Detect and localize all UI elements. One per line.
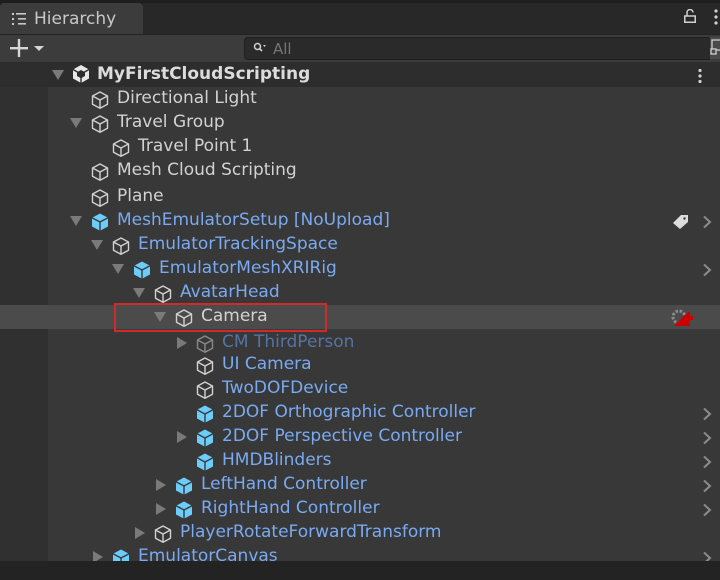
hierarchy-item-label: Directional Light <box>117 88 257 108</box>
hierarchy-row[interactable]: Travel Point 1 <box>0 135 720 159</box>
expand-arrow-down-icon[interactable] <box>52 70 64 80</box>
gameobject-cube-icon <box>91 91 109 109</box>
hierarchy-item-label: MeshEmulatorSetup [NoUpload] <box>117 210 390 230</box>
hierarchy-row[interactable]: TwoDOFDevice <box>0 377 720 401</box>
scene-header-row[interactable]: MyFirstCloudScripting <box>0 62 720 88</box>
list-icon <box>12 13 26 25</box>
add-object-button[interactable] <box>8 37 48 59</box>
prefab-cube-icon <box>175 477 193 495</box>
hierarchy-toolbar <box>0 34 720 62</box>
gameobject-cube-icon <box>91 163 109 181</box>
unity-scene-icon <box>72 65 90 83</box>
hierarchy-row[interactable]: Camera <box>0 305 720 329</box>
collapse-arrow-right-icon[interactable] <box>135 527 145 539</box>
open-prefab-chevron-icon[interactable] <box>702 263 712 277</box>
hierarchy-row[interactable]: Mesh Cloud Scripting <box>0 159 720 183</box>
prefab-cube-icon <box>196 405 214 423</box>
gameobject-cube-icon <box>112 237 130 255</box>
open-prefab-chevron-icon[interactable] <box>702 215 712 229</box>
tab-strip <box>143 3 720 34</box>
hierarchy-row[interactable]: Plane <box>0 185 720 209</box>
open-prefab-chevron-icon[interactable] <box>702 407 712 421</box>
plus-icon <box>10 39 28 57</box>
scene-visibility-icon[interactable] <box>710 37 720 59</box>
gameobject-cube-icon <box>91 189 109 207</box>
hierarchy-item-label: CM ThirdPerson <box>222 332 355 352</box>
hierarchy-item-label: 2DOF Orthographic Controller <box>222 402 476 422</box>
hierarchy-item-label: HMDBlinders <box>222 450 332 470</box>
prefab-cube-icon <box>196 453 214 471</box>
hierarchy-item-label: AvatarHead <box>180 282 280 302</box>
hierarchy-row[interactable]: 2DOF Orthographic Controller <box>0 401 720 425</box>
prefab-cube-icon <box>196 429 214 447</box>
unlocked-padlock-icon[interactable] <box>684 9 696 23</box>
hierarchy-row[interactable]: Directional Light <box>0 87 720 111</box>
hierarchy-item-label: Travel Group <box>117 112 225 132</box>
hierarchy-item-label: UI Camera <box>222 354 312 374</box>
open-prefab-chevron-icon[interactable] <box>702 479 712 493</box>
selection-highlight-box <box>114 303 327 332</box>
hierarchy-row[interactable]: UI Camera <box>0 353 720 377</box>
search-field[interactable] <box>244 37 712 60</box>
tag-icon[interactable] <box>672 214 690 230</box>
hierarchy-row[interactable]: LeftHand Controller <box>0 473 720 497</box>
open-prefab-chevron-icon[interactable] <box>702 431 712 445</box>
gameobject-cube-icon <box>196 381 214 399</box>
chevron-down-icon <box>34 46 44 51</box>
hierarchy-item-label: 2DOF Perspective Controller <box>222 426 462 446</box>
hierarchy-item-label: RightHand Controller <box>201 498 380 518</box>
gameobject-cube-icon <box>154 285 172 303</box>
gameobject-cube-icon <box>154 525 172 543</box>
hierarchy-row[interactable]: PlayerRotateForwardTransform <box>0 521 720 545</box>
expand-arrow-down-icon[interactable] <box>70 118 82 128</box>
prefab-cube-icon <box>175 501 193 519</box>
hierarchy-row[interactable]: EmulatorTrackingSpace <box>0 233 720 257</box>
hierarchy-item-label: EmulatorTrackingSpace <box>138 234 338 254</box>
open-prefab-chevron-icon[interactable] <box>702 455 712 469</box>
tab-hierarchy[interactable]: Hierarchy <box>0 3 143 34</box>
search-filter-icon <box>253 42 266 52</box>
bottom-bar <box>0 561 720 580</box>
tab-label: Hierarchy <box>34 9 117 29</box>
expand-arrow-down-icon[interactable] <box>91 240 103 250</box>
hierarchy-row[interactable]: Travel Group <box>0 111 720 135</box>
kebab-menu-icon[interactable] <box>713 8 719 26</box>
collapse-arrow-right-icon[interactable] <box>177 337 187 349</box>
hierarchy-row[interactable]: CM ThirdPerson <box>0 331 720 355</box>
hierarchy-item-label: TwoDOFDevice <box>222 378 349 398</box>
gameobject-cube-icon <box>91 115 109 133</box>
hierarchy-row[interactable]: EmulatorMeshXRIRig <box>0 257 720 281</box>
prefab-cube-icon <box>91 213 109 231</box>
collapse-arrow-right-icon[interactable] <box>156 503 166 515</box>
hierarchy-row[interactable]: HMDBlinders <box>0 449 720 473</box>
gameobject-cube-icon <box>196 357 214 375</box>
open-prefab-chevron-icon[interactable] <box>702 503 712 517</box>
expand-arrow-down-icon[interactable] <box>133 288 145 298</box>
collapse-arrow-right-icon[interactable] <box>156 479 166 491</box>
hierarchy-item-label: PlayerRotateForwardTransform <box>180 522 442 542</box>
expand-arrow-down-icon[interactable] <box>70 216 82 226</box>
hierarchy-row[interactable]: 2DOF Perspective Controller <box>0 425 720 449</box>
search-input[interactable] <box>273 38 693 59</box>
hierarchy-item-label: LeftHand Controller <box>201 474 367 494</box>
hierarchy-row[interactable]: RightHand Controller <box>0 497 720 521</box>
prefab-cube-icon <box>133 261 151 279</box>
expand-arrow-down-icon[interactable] <box>112 264 124 274</box>
window-tab-bar: Hierarchy <box>0 0 720 34</box>
hierarchy-item-label: Plane <box>117 186 164 206</box>
gameobject-cube-icon <box>112 139 130 157</box>
scene-name: MyFirstCloudScripting <box>97 64 311 84</box>
hierarchy-row[interactable]: MeshEmulatorSetup [NoUpload] <box>0 209 720 233</box>
camera-gizmo-icon[interactable] <box>670 308 694 328</box>
hierarchy-item-label: Travel Point 1 <box>138 136 253 156</box>
hierarchy-item-label: Mesh Cloud Scripting <box>117 160 297 180</box>
collapse-arrow-right-icon[interactable] <box>177 431 187 443</box>
hierarchy-row[interactable]: AvatarHead <box>0 281 720 305</box>
gameobject-cube-dim-icon <box>196 335 214 353</box>
scene-menu-icon[interactable] <box>697 68 703 84</box>
hierarchy-item-label: EmulatorMeshXRIRig <box>159 258 337 278</box>
